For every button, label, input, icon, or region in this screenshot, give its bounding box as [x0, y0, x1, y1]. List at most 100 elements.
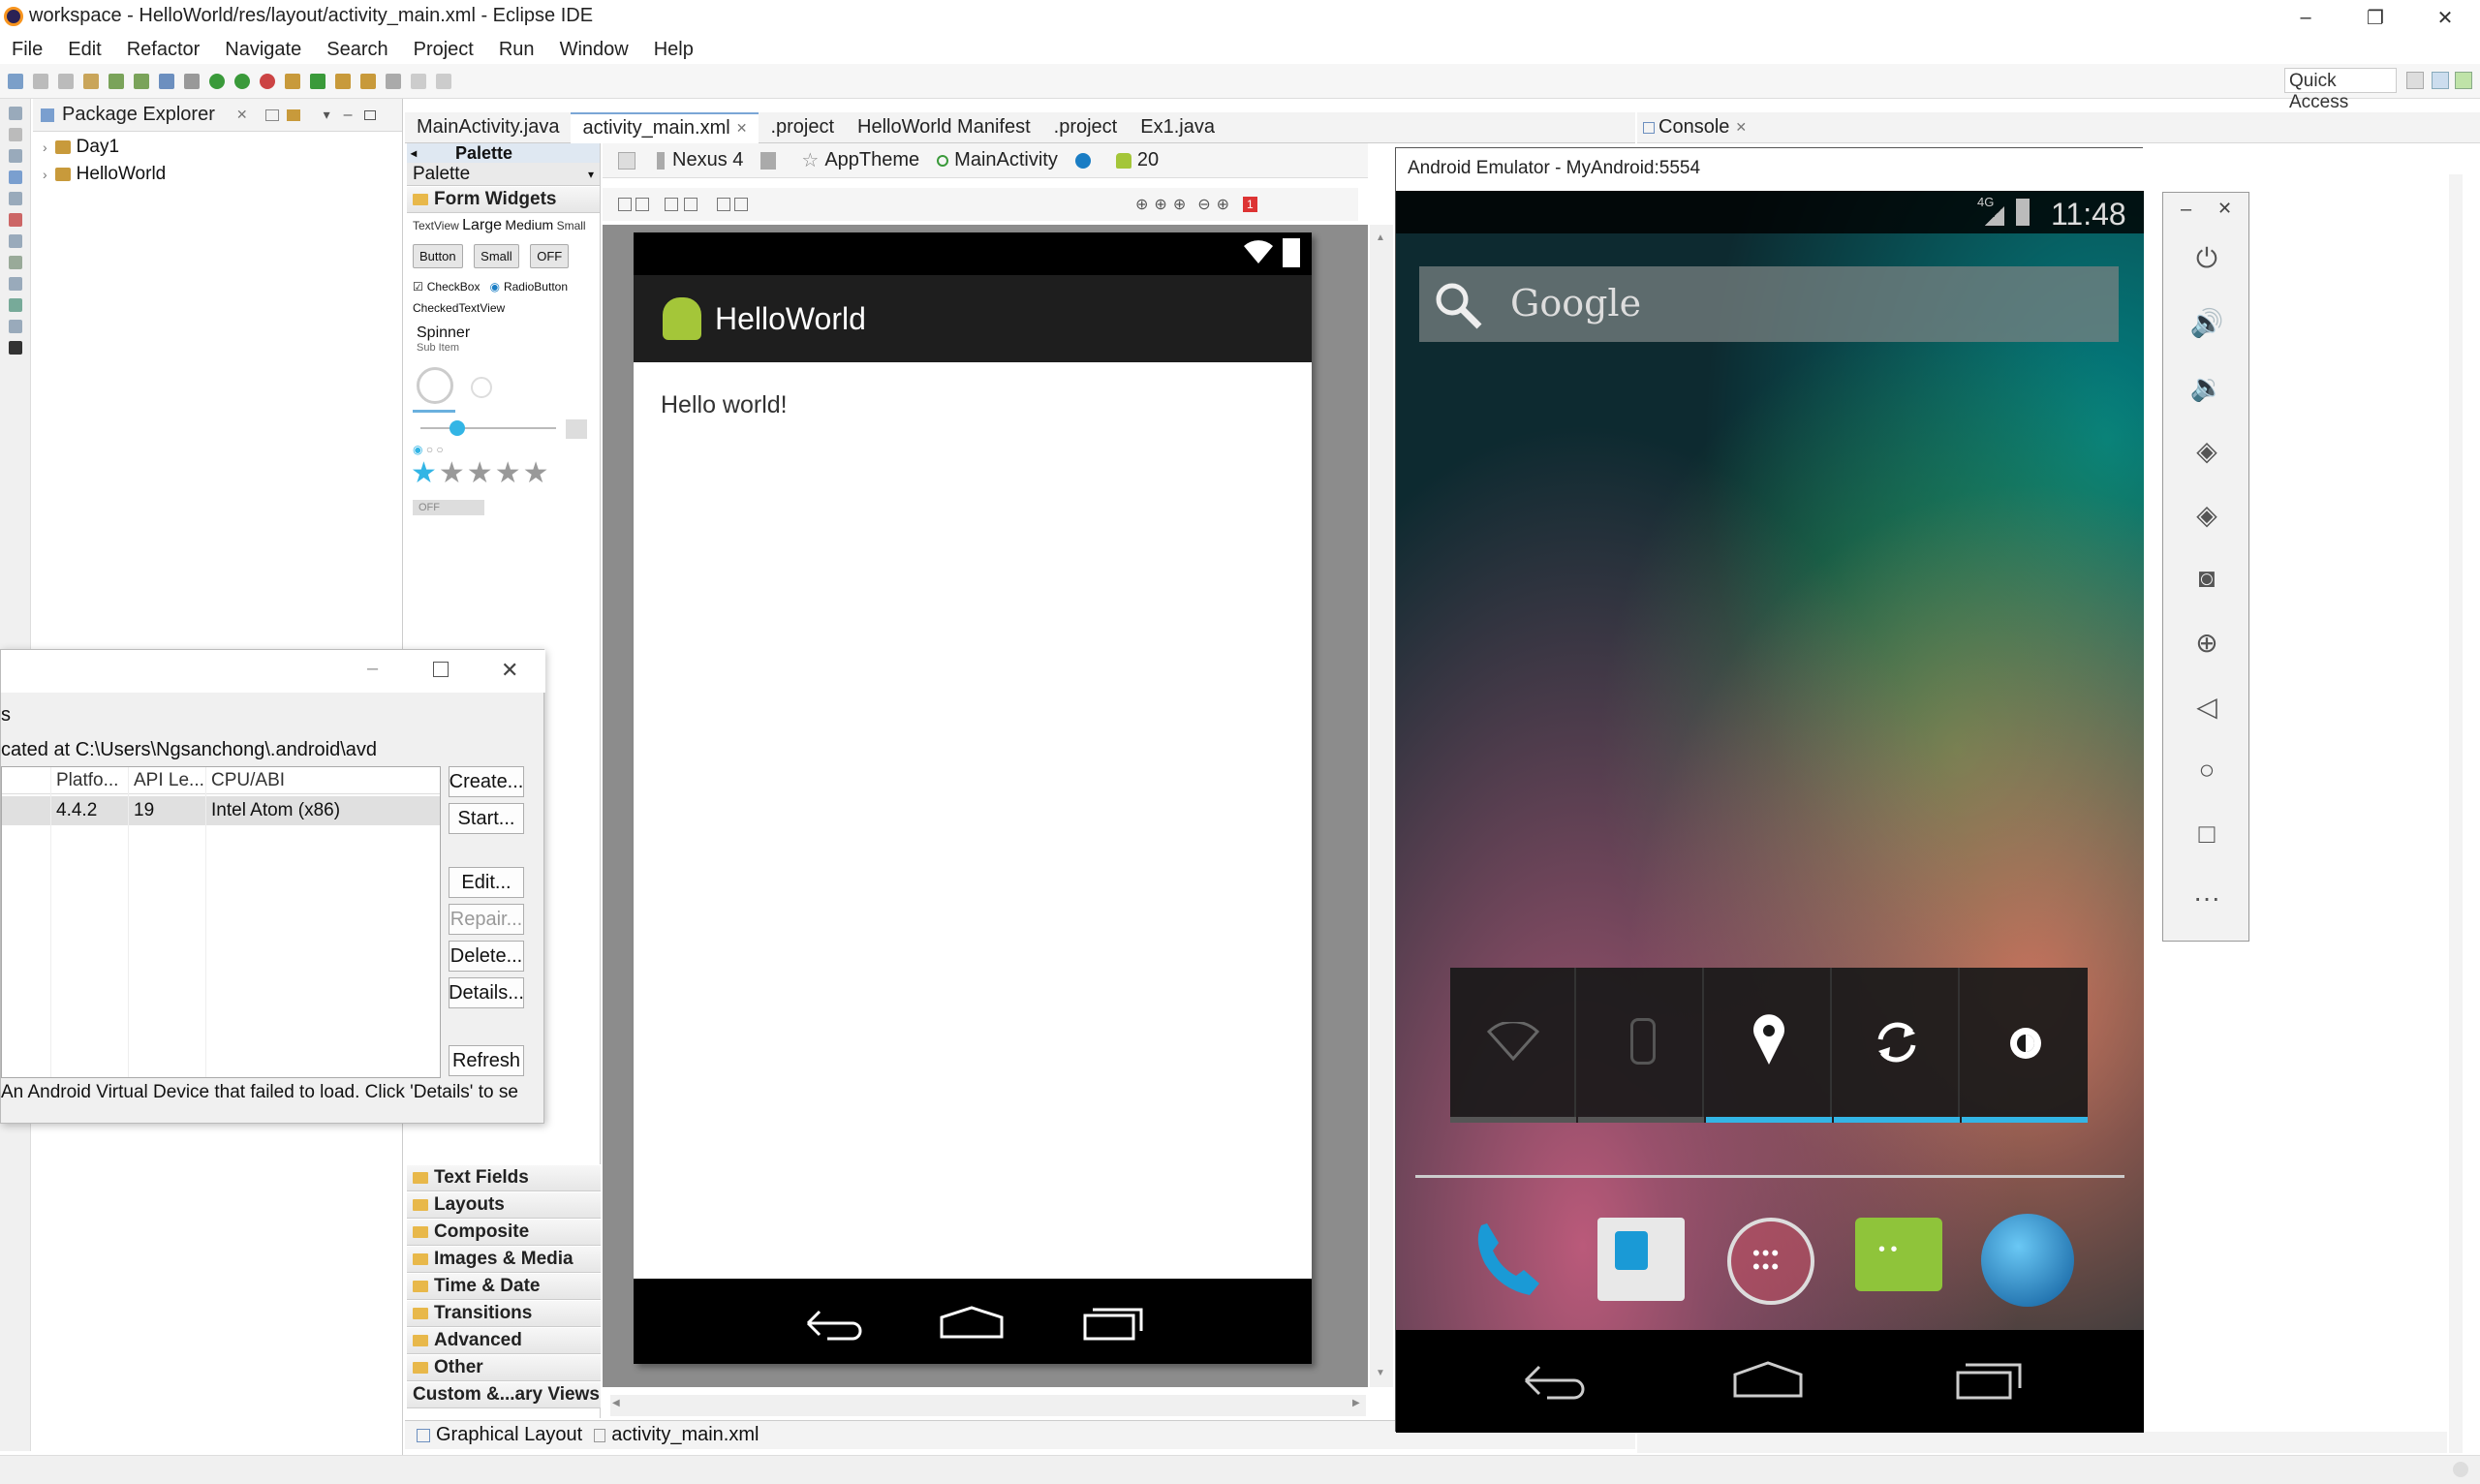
fill-height-icon[interactable]	[636, 198, 649, 211]
home-icon[interactable]	[1731, 1359, 1805, 1404]
quick-access-field[interactable]: Quick Access	[2284, 68, 2397, 112]
external-tools-icon[interactable]	[260, 73, 275, 89]
search-tool-icon[interactable]	[360, 73, 376, 89]
tree-item-day1[interactable]: › Day1	[33, 134, 402, 161]
tab-mainactivity-java[interactable]: MainActivity.java	[405, 112, 571, 143]
dialog-maximize-button[interactable]	[433, 662, 449, 677]
open-perspective-icon[interactable]	[2406, 72, 2424, 89]
category-layouts[interactable]: Layouts	[407, 1191, 601, 1219]
menu-window[interactable]: Window	[560, 39, 629, 61]
hello-world-textview[interactable]: Hello world!	[661, 391, 788, 419]
fill-width-icon[interactable]	[618, 198, 632, 211]
widget-toggle-button[interactable]: OFF	[530, 244, 570, 268]
save-all-icon[interactable]	[58, 73, 74, 89]
outline-icon[interactable]	[8, 128, 22, 141]
device-icon[interactable]	[8, 341, 22, 355]
zoom-real-icon[interactable]: ⊕	[1154, 195, 1166, 214]
link-editor-icon[interactable]	[286, 108, 300, 121]
back-nav-icon[interactable]	[411, 73, 426, 89]
margins-icon[interactable]	[665, 198, 678, 211]
tab-project[interactable]: .project	[759, 112, 846, 143]
details-button[interactable]: Details...	[449, 977, 524, 1008]
camera-icon[interactable]: ◙	[2163, 559, 2250, 598]
emulator-screen[interactable]: 4G 11:48 Google ••• ••• • •	[1396, 191, 2144, 1433]
run-icon[interactable]	[209, 73, 225, 89]
category-other[interactable]: Other	[407, 1354, 601, 1381]
back-icon[interactable]: ◁	[2163, 687, 2250, 726]
expand-arrow-icon[interactable]: ›	[43, 167, 47, 182]
column-platform[interactable]: Platfo...	[56, 770, 118, 791]
scroll-down-icon[interactable]: ▼	[1376, 1368, 1385, 1378]
table-row[interactable]: 4.4.2 19 Intel Atom (x86)	[2, 796, 440, 825]
theme-dropdown[interactable]: AppTheme	[824, 149, 919, 171]
restore-view-icon[interactable]	[8, 107, 22, 120]
scroll-left-icon[interactable]: ◀	[612, 1398, 620, 1408]
dialog-tab-fragment[interactable]: s	[1, 704, 11, 727]
heap-icon[interactable]	[8, 320, 22, 333]
save-icon[interactable]	[33, 73, 48, 89]
category-composite[interactable]: Composite	[407, 1219, 601, 1246]
file-explorer-icon[interactable]	[8, 277, 22, 291]
dialog-minimize-button[interactable]: –	[367, 658, 378, 680]
minimize-button[interactable]: –	[2275, 0, 2337, 35]
chevron-down-icon[interactable]: ▾	[588, 168, 594, 181]
distribute-icon[interactable]	[717, 198, 730, 211]
view-menu-icon[interactable]: ▾	[324, 107, 330, 123]
hierarchy-icon[interactable]	[8, 149, 22, 163]
scroll-up-icon[interactable]: ▲	[1376, 232, 1385, 243]
messaging-app-icon[interactable]: • •	[1855, 1218, 1942, 1291]
widget-textview[interactable]: TextView	[413, 219, 459, 232]
print-icon[interactable]	[83, 73, 99, 89]
close-icon[interactable]: ✕	[236, 107, 248, 123]
column-cpu-abi[interactable]: CPU/ABI	[211, 770, 285, 791]
widget-progress[interactable]	[407, 354, 600, 408]
volume-down-icon[interactable]: 🔉	[2163, 367, 2250, 406]
widget-small-text[interactable]: Small	[557, 219, 586, 232]
problems-icon[interactable]	[8, 192, 22, 205]
side-minimize-button[interactable]: –	[2181, 199, 2191, 221]
new-package-icon[interactable]	[285, 73, 300, 89]
category-text-fields[interactable]: Text Fields	[407, 1164, 601, 1191]
widget-button[interactable]: Button	[413, 244, 463, 268]
widget-seekbar[interactable]	[407, 408, 600, 443]
menu-help[interactable]: Help	[654, 39, 694, 61]
locale-icon[interactable]	[1074, 152, 1091, 169]
tab-project-2[interactable]: .project	[1042, 112, 1130, 143]
side-close-button[interactable]: ✕	[2217, 199, 2232, 219]
close-icon[interactable]: ✕	[736, 120, 748, 137]
column-api-level[interactable]: API Le...	[134, 770, 204, 791]
debug-icon[interactable]	[184, 73, 200, 89]
zoom-out-icon[interactable]: ⊖	[1197, 195, 1210, 214]
collapse-palette-icon[interactable]: ◂	[411, 146, 417, 160]
tree-item-helloworld[interactable]: › HelloWorld	[33, 161, 402, 188]
restore-button[interactable]: ❐	[2344, 0, 2406, 35]
delete-button[interactable]: Delete...	[449, 941, 524, 972]
category-images-media[interactable]: Images & Media	[407, 1246, 601, 1273]
close-icon[interactable]: ✕	[1735, 119, 1747, 136]
category-advanced[interactable]: Advanced	[407, 1327, 601, 1354]
phone-app-icon[interactable]	[1462, 1212, 1555, 1305]
more-icon[interactable]: ···	[2163, 879, 2250, 917]
menu-refactor[interactable]: Refactor	[127, 39, 201, 61]
widget-medium-text[interactable]: Medium	[505, 217, 553, 232]
toggle-brightness[interactable]	[1962, 968, 2088, 1123]
category-transitions[interactable]: Transitions	[407, 1300, 601, 1327]
widget-switch[interactable]: OFF	[407, 490, 600, 520]
overview-icon[interactable]	[1954, 1359, 2024, 1404]
tab-graphical-layout[interactable]: Graphical Layout	[436, 1424, 582, 1446]
toggle-bluetooth[interactable]	[1578, 968, 1704, 1123]
tab-manifest[interactable]: HelloWorld Manifest	[846, 112, 1042, 143]
menu-navigate[interactable]: Navigate	[225, 39, 301, 61]
annotation-icon[interactable]	[386, 73, 401, 89]
widget-radiobutton[interactable]: RadioButton	[504, 280, 568, 294]
tasks-icon[interactable]	[8, 170, 22, 184]
canvas-horizontal-scrollbar[interactable]: ◀ ▶	[610, 1395, 1366, 1416]
package-explorer-title[interactable]: Package Explorer	[62, 104, 215, 126]
toggle-wifi[interactable]	[1450, 968, 1576, 1123]
avd-manager-icon[interactable]	[134, 73, 149, 89]
new-class-icon[interactable]	[310, 73, 326, 89]
menu-search[interactable]: Search	[326, 39, 388, 61]
scroll-right-icon[interactable]: ▶	[1352, 1398, 1360, 1408]
collapse-all-icon[interactable]	[264, 108, 279, 121]
error-count-badge[interactable]: 1	[1243, 197, 1257, 212]
